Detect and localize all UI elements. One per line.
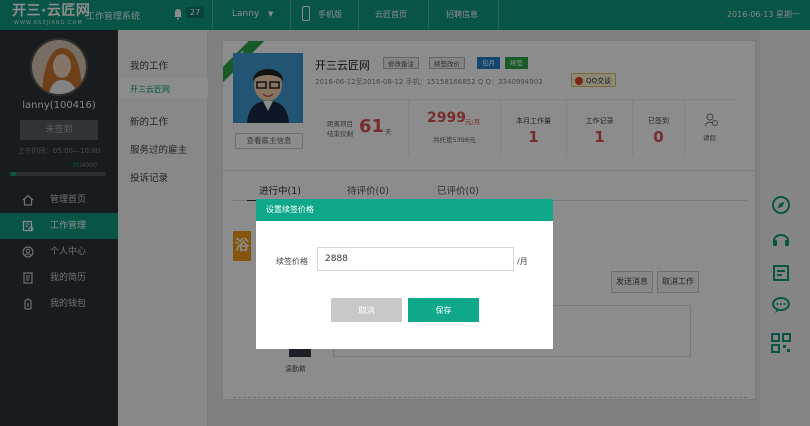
renew-price-label: 续签价格 — [276, 257, 308, 266]
dialog-title: 设置续签价格 — [256, 199, 553, 221]
price-unit: /月 — [517, 257, 528, 266]
renew-price-input[interactable] — [317, 247, 514, 271]
save-button[interactable]: 保存 — [408, 298, 479, 322]
cancel-button[interactable]: 取消 — [331, 298, 402, 322]
renew-price-dialog: 设置续签价格 续签价格 /月 取消 保存 — [256, 199, 553, 349]
